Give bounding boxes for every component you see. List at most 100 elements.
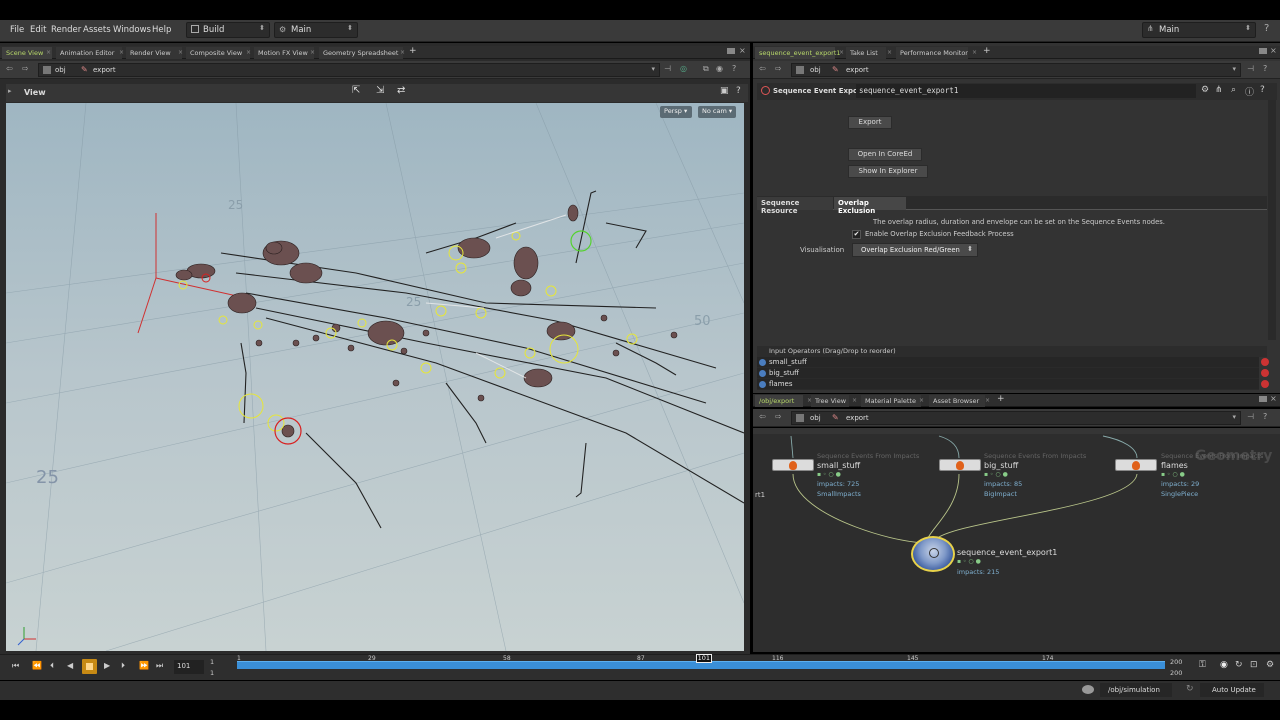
menu-windows[interactable]: Windows	[113, 25, 151, 35]
tab-overlap-exclusion[interactable]: Overlap Exclusion	[834, 197, 906, 215]
node-sequence-event-export[interactable]	[911, 536, 955, 572]
close-icon[interactable]: ×	[310, 49, 315, 56]
step-back-icon[interactable]: ⏴	[50, 661, 54, 671]
forward-arrow-icon[interactable]: ⇨	[22, 64, 29, 73]
close-pane-icon[interactable]: ×	[1270, 394, 1277, 403]
menu-file[interactable]: File	[10, 25, 24, 35]
close-icon[interactable]: ×	[246, 49, 251, 56]
play-reverse-icon[interactable]: ◀	[67, 661, 73, 670]
help-icon[interactable]: ?	[1263, 412, 1267, 421]
handle-tool-icon[interactable]: ⇄	[397, 85, 405, 96]
visualisation-dropdown[interactable]: Overlap Exclusion Red/Green ⬍	[852, 243, 978, 257]
search-icon[interactable]: ⌕	[1231, 85, 1236, 95]
list-item[interactable]: small_stuff	[757, 357, 1269, 368]
path-node[interactable]: export	[93, 66, 116, 74]
chevron-down-icon[interactable]: ▾	[1232, 65, 1236, 73]
path-field[interactable]: obj ✎ export ▾	[791, 411, 1241, 425]
current-frame-marker[interactable]: 101	[695, 654, 712, 663]
node-small-stuff[interactable]	[772, 459, 814, 471]
close-icon[interactable]: ×	[839, 49, 844, 56]
tab-sequence-resource[interactable]: Sequence Resource	[757, 197, 833, 215]
step-back-key-icon[interactable]: ⏪	[32, 661, 42, 670]
close-icon[interactable]: ×	[972, 49, 977, 56]
help-icon[interactable]: ?	[732, 64, 736, 73]
path-field[interactable]: obj ✎ export ▾	[38, 63, 660, 77]
step-forward-icon[interactable]: ⏵	[121, 661, 125, 671]
viewport-menu-icon[interactable]: ▸	[8, 87, 12, 95]
menu-render[interactable]: Render	[51, 25, 81, 35]
path-node[interactable]: export	[846, 414, 869, 422]
add-tab-icon[interactable]: +	[997, 394, 1005, 404]
path-root[interactable]: obj	[55, 66, 66, 74]
link-icon[interactable]: ◎	[680, 64, 687, 73]
pin-icon[interactable]: ⊣	[664, 64, 671, 73]
tab-obj-export[interactable]: /obj/export	[755, 395, 803, 407]
open-in-coreed-button[interactable]: Open In CoreEd	[848, 148, 922, 161]
menu-help[interactable]: Help	[152, 25, 171, 35]
loop-icon[interactable]: ↻	[1235, 660, 1243, 670]
close-icon[interactable]: ×	[985, 397, 990, 404]
add-tab-icon[interactable]: +	[409, 46, 417, 56]
close-icon[interactable]: ×	[178, 49, 183, 56]
remove-icon[interactable]	[1261, 358, 1269, 366]
close-pane-icon[interactable]: ×	[739, 46, 746, 55]
audio-icon[interactable]: ⊡	[1250, 660, 1258, 670]
display-options-icon[interactable]: ▣	[720, 86, 729, 96]
end-frame-field[interactable]: 200	[1170, 658, 1182, 666]
viewport-3d[interactable]: 25 50 25 25 Persp ▾ No cam ▾	[6, 103, 744, 651]
tab-asset-browser[interactable]: Asset Browser	[929, 395, 985, 407]
path-root[interactable]: obj	[810, 414, 821, 422]
select-tool-icon[interactable]: ⇱	[352, 85, 360, 96]
start-frame-field[interactable]: 1	[210, 658, 214, 666]
list-item[interactable]: flames	[757, 379, 1269, 390]
close-icon[interactable]: ×	[400, 49, 405, 56]
pane-menu-icon[interactable]	[1259, 396, 1267, 402]
network-editor[interactable]: Geometry rt1 Sequence Events From Impact…	[753, 428, 1280, 652]
tab-sequence-event-export[interactable]: sequence_event_export1	[755, 47, 841, 59]
menu-assets[interactable]: Assets	[83, 25, 111, 35]
move-tool-icon[interactable]: ⇲	[376, 85, 384, 96]
settings-icon[interactable]: ⚙	[1266, 660, 1274, 670]
menu-edit[interactable]: Edit	[30, 25, 46, 35]
path-node[interactable]: export	[846, 66, 869, 74]
camera-menu-button[interactable]: No cam ▾	[698, 106, 736, 118]
gear-icon[interactable]: ⚙	[1201, 85, 1209, 95]
help-icon[interactable]: ?	[1260, 85, 1265, 95]
help-icon[interactable]: ?	[736, 86, 741, 96]
tab-composite-view[interactable]: Composite View	[186, 47, 250, 59]
main-left-dropdown[interactable]: ⚙ Main ⬍	[274, 22, 358, 38]
help-icon[interactable]: ?	[1263, 64, 1267, 73]
desktop-dropdown[interactable]: Build ⬍	[186, 22, 270, 38]
overlap-feedback-checkbox[interactable]: ✔	[852, 230, 861, 239]
close-pane-icon[interactable]: ×	[1270, 46, 1277, 55]
pane-menu-icon[interactable]	[1259, 48, 1267, 54]
pin-icon[interactable]: ⊣	[1247, 412, 1254, 421]
tab-tree-view[interactable]: Tree View	[811, 395, 849, 407]
close-icon[interactable]: ×	[852, 397, 857, 404]
path-root[interactable]: obj	[810, 66, 821, 74]
info-icon[interactable]: ⓘ	[1245, 85, 1254, 98]
tab-take-list[interactable]: Take List	[846, 47, 886, 59]
forward-arrow-icon[interactable]: ⇨	[775, 412, 782, 421]
status-path[interactable]: /obj/simulation	[1100, 683, 1172, 697]
stop-button[interactable]	[82, 659, 97, 674]
start-frame-field[interactable]: 1	[210, 669, 214, 677]
key-icon[interactable]: ⚿	[1199, 660, 1206, 670]
tab-scene-view[interactable]: Scene View	[2, 47, 52, 59]
close-icon[interactable]: ×	[46, 49, 51, 56]
back-arrow-icon[interactable]: ⇦	[6, 64, 13, 73]
tab-performance-monitor[interactable]: Performance Monitor	[896, 47, 968, 59]
tab-motion-fx-view[interactable]: Motion FX View	[254, 47, 314, 59]
step-forward-key-icon[interactable]: ⏩	[139, 661, 149, 670]
hierarchy-icon[interactable]: ⋔	[1215, 85, 1223, 95]
jump-start-icon[interactable]: ⏮	[12, 661, 19, 671]
parameter-scrollbar[interactable]	[1268, 100, 1276, 340]
refresh-icon[interactable]: ↻	[1186, 684, 1194, 694]
realtime-icon[interactable]: ◉	[1220, 660, 1228, 670]
tab-render-view[interactable]: Render View	[126, 47, 182, 59]
chevron-down-icon[interactable]: ▾	[1232, 413, 1236, 421]
main-right-dropdown[interactable]: ⋔ Main ⬍	[1142, 22, 1256, 38]
snapshot-icon[interactable]: ⧉	[703, 64, 709, 74]
end-frame-field[interactable]: 200	[1170, 669, 1182, 677]
pin-icon[interactable]: ⊣	[1247, 64, 1254, 73]
